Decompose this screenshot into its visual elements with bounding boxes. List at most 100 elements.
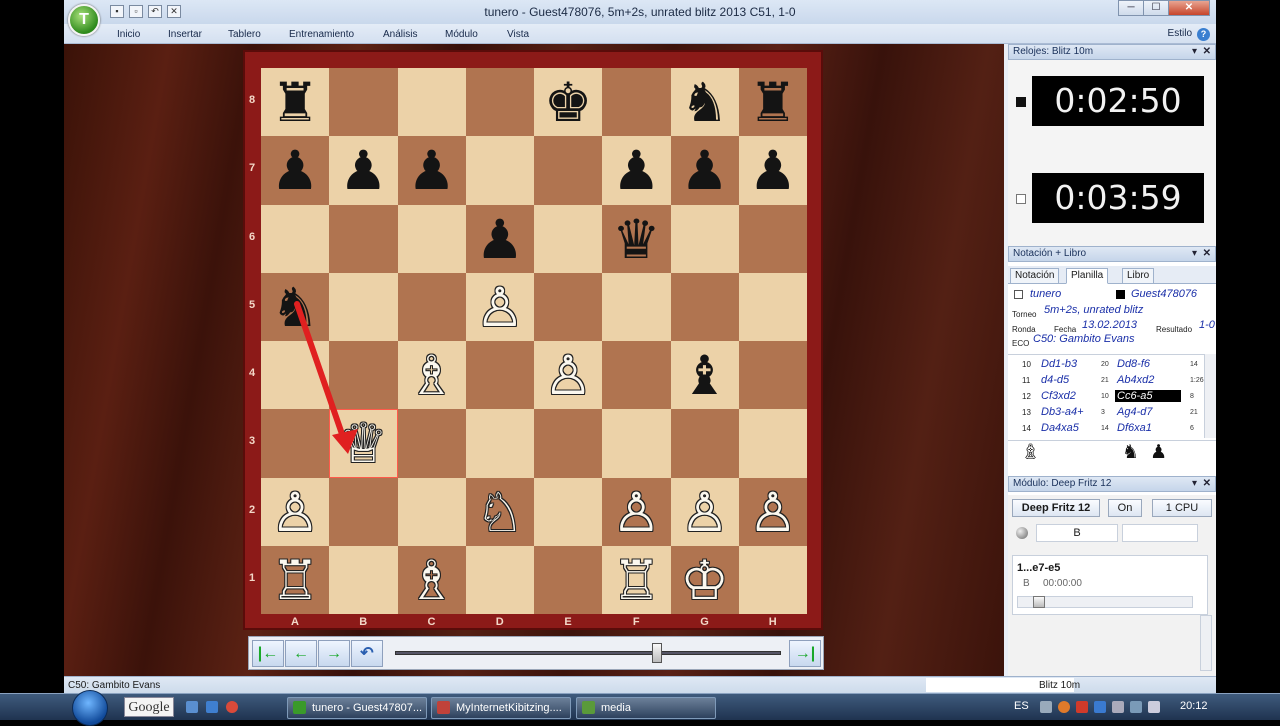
piece-h8[interactable]: ♜ xyxy=(749,76,797,130)
first-move-button[interactable]: |← xyxy=(252,640,284,667)
square-b1[interactable] xyxy=(329,545,398,614)
cpu-button[interactable]: 1 CPU xyxy=(1152,499,1212,517)
start-button[interactable] xyxy=(72,690,108,726)
tab-planilla[interactable]: Planilla xyxy=(1066,268,1109,284)
piece-a8[interactable]: ♜ xyxy=(271,76,319,130)
engine-name-button[interactable]: Deep Fritz 12 xyxy=(1012,499,1100,517)
square-d3[interactable] xyxy=(465,409,534,478)
square-e6[interactable] xyxy=(534,204,603,273)
square-c4[interactable]: ♗ xyxy=(397,341,466,410)
tab-libro[interactable]: Libro xyxy=(1122,268,1155,284)
move-list-scrollbar[interactable] xyxy=(1204,354,1216,438)
show-desktop-icon[interactable] xyxy=(186,701,198,713)
black-move[interactable]: Ab4xd2 xyxy=(1115,374,1181,386)
square-b8[interactable] xyxy=(329,68,398,137)
square-h7[interactable]: ♟ xyxy=(738,136,807,205)
square-f1[interactable]: ♖ xyxy=(602,545,671,614)
piece-h2[interactable]: ♙ xyxy=(749,485,797,540)
menu-vista[interactable]: Vista xyxy=(507,29,529,40)
close-icon[interactable]: ✕ xyxy=(1203,247,1211,261)
square-e1[interactable] xyxy=(534,545,603,614)
resultado-value[interactable]: 1-0 xyxy=(1199,319,1215,331)
app-menu-orb[interactable]: T xyxy=(68,4,100,36)
square-e2[interactable] xyxy=(534,477,603,546)
square-h5[interactable] xyxy=(738,272,807,341)
square-e4[interactable]: ♙ xyxy=(534,341,603,410)
system-clock[interactable]: 20:12 xyxy=(1180,700,1208,712)
language-indicator[interactable]: ES xyxy=(1014,700,1029,712)
square-e8[interactable]: ♚ xyxy=(534,68,603,137)
explorer-icon[interactable] xyxy=(206,701,218,713)
square-c8[interactable] xyxy=(397,68,466,137)
square-f2[interactable]: ♙ xyxy=(602,477,671,546)
square-a6[interactable] xyxy=(261,204,330,273)
square-g1[interactable]: ♔ xyxy=(670,545,739,614)
black-move[interactable]: Df6xa1 xyxy=(1115,422,1181,434)
piece-d2[interactable]: ♘ xyxy=(476,485,524,540)
piece-h7[interactable]: ♟ xyxy=(749,144,797,198)
white-player[interactable]: tunero xyxy=(1030,288,1061,300)
piece-c4[interactable]: ♗ xyxy=(407,349,455,403)
piece-a5[interactable]: ♞ xyxy=(271,280,319,335)
square-d8[interactable] xyxy=(465,68,534,137)
previous-move-button[interactable]: ← xyxy=(285,640,317,667)
move-slider-thumb[interactable] xyxy=(652,643,663,663)
square-b2[interactable] xyxy=(329,477,398,546)
piece-b3[interactable]: ♕ xyxy=(339,417,387,471)
task-media[interactable]: media xyxy=(576,697,716,719)
square-a1[interactable]: ♖ xyxy=(261,545,330,614)
piece-c7[interactable]: ♟ xyxy=(407,144,455,198)
square-g7[interactable]: ♟ xyxy=(670,136,739,205)
square-d7[interactable] xyxy=(465,136,534,205)
square-g8[interactable]: ♞ xyxy=(670,68,739,137)
chess-board[interactable]: ♜ ♚ ♞ ♜ ♟ ♟ ♟ ♟ ♟ ♟ ♟ ♛ ♞ ♙ ♗ ♙ ♝ ♕ ♙ ♘ ♙ ♙ ♙ ♖ ♗ ♖ ♔ xyxy=(261,68,807,614)
square-f6[interactable]: ♛ xyxy=(602,204,671,273)
square-a5[interactable]: ♞ xyxy=(261,272,330,341)
tray-app-icon[interactable] xyxy=(1058,701,1070,713)
square-a7[interactable]: ♟ xyxy=(261,136,330,205)
square-d5[interactable]: ♙ xyxy=(465,272,534,341)
tab-notacion[interactable]: Notación xyxy=(1010,268,1060,284)
piece-b7[interactable]: ♟ xyxy=(339,144,387,198)
engine-vscroll[interactable] xyxy=(1200,615,1212,671)
square-g5[interactable] xyxy=(670,272,739,341)
black-move[interactable]: Dd8-f6 xyxy=(1115,358,1181,370)
square-g2[interactable]: ♙ xyxy=(670,477,739,546)
maximize-button[interactable]: ☐ xyxy=(1143,0,1169,16)
move-slider-track[interactable] xyxy=(395,651,781,655)
white-move[interactable]: Da4xa5 xyxy=(1041,422,1079,434)
task-myinternetkibitzing[interactable]: MyInternetKibitzing.... xyxy=(431,697,571,719)
square-b6[interactable] xyxy=(329,204,398,273)
menu-insertar[interactable]: Insertar xyxy=(168,29,202,40)
analysis-hscroll-thumb[interactable] xyxy=(1033,596,1045,608)
white-move[interactable]: Dd1-b3 xyxy=(1041,358,1077,370)
square-c3[interactable] xyxy=(397,409,466,478)
square-e5[interactable] xyxy=(534,272,603,341)
square-f5[interactable] xyxy=(602,272,671,341)
last-move-button[interactable]: →| xyxy=(789,640,821,667)
piece-a7[interactable]: ♟ xyxy=(271,144,319,198)
square-h4[interactable] xyxy=(738,341,807,410)
piece-g8[interactable]: ♞ xyxy=(680,76,728,130)
square-a3[interactable] xyxy=(261,409,330,478)
square-b7[interactable]: ♟ xyxy=(329,136,398,205)
square-b3[interactable]: ♕ xyxy=(329,409,398,478)
next-move-button[interactable]: → xyxy=(318,640,350,667)
piece-e4[interactable]: ♙ xyxy=(544,349,592,403)
square-b5[interactable] xyxy=(329,272,398,341)
square-e7[interactable] xyxy=(534,136,603,205)
dropdown-icon[interactable]: ▾ xyxy=(1192,477,1197,491)
minimize-button[interactable]: ─ xyxy=(1118,0,1144,16)
close-icon[interactable]: ✕ xyxy=(1203,45,1211,59)
close-icon[interactable]: ✕ xyxy=(1203,477,1211,491)
square-h3[interactable] xyxy=(738,409,807,478)
task-tunero[interactable]: tunero - Guest47807... xyxy=(287,697,427,719)
square-a8[interactable]: ♜ xyxy=(261,68,330,137)
take-back-button[interactable]: ↶ xyxy=(351,640,383,667)
menu-modulo[interactable]: Módulo xyxy=(445,29,478,40)
help-icon[interactable]: ? xyxy=(1197,28,1210,41)
square-h8[interactable]: ♜ xyxy=(738,68,807,137)
torneo-value[interactable]: 5m+2s, unrated blitz xyxy=(1044,304,1143,316)
menu-entrenamiento[interactable]: Entrenamiento xyxy=(289,29,354,40)
black-move[interactable]: Cc6-a5 xyxy=(1115,390,1181,402)
